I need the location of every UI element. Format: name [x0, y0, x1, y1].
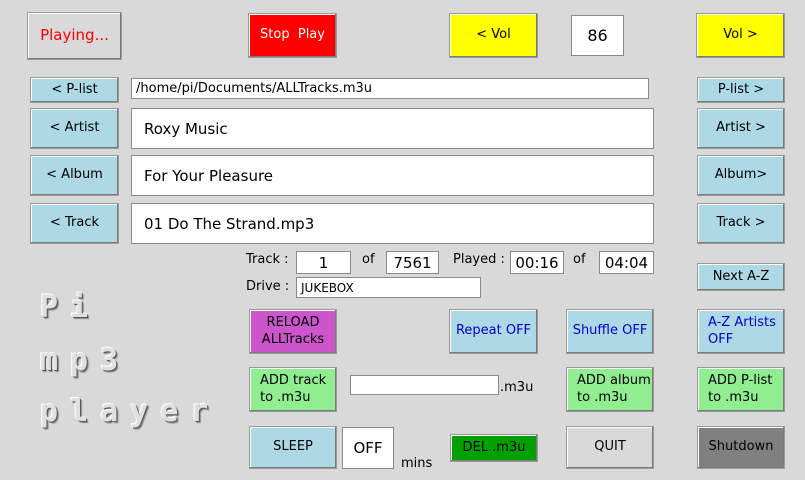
sleep-value-field: OFF [342, 427, 394, 469]
track-field: 01 Do The Strand.mp3 [131, 203, 654, 244]
volume-down-button[interactable]: < Vol [449, 13, 538, 58]
logo-line-2: mp3 [40, 343, 131, 378]
total-time-field: 04:04 [599, 251, 654, 274]
album-prev-button[interactable]: < Album [30, 155, 119, 196]
shuffle-toggle[interactable]: Shuffle OFF [566, 309, 654, 354]
m3u-suffix-label: .m3u [500, 380, 534, 395]
track-next-button[interactable]: Track > [697, 203, 785, 244]
playlist-path-field[interactable]: /home/pi/Documents/ALLTracks.m3u [131, 78, 649, 99]
album-field: For Your Pleasure [131, 155, 654, 196]
of-label: of [362, 252, 375, 267]
add-plist-button[interactable]: ADD P-list to .m3u [697, 367, 785, 412]
album-next-button[interactable]: Album> [697, 155, 785, 196]
played-label: Played : [453, 252, 505, 267]
stop-play-button[interactable]: Stop Play [248, 13, 337, 58]
playlist-next-button[interactable]: P-list > [697, 77, 785, 103]
logo-line-3: player [40, 394, 221, 429]
playlist-prev-button[interactable]: < P-list [30, 77, 119, 103]
repeat-toggle[interactable]: Repeat OFF [449, 309, 538, 354]
quit-button[interactable]: QUIT [566, 426, 654, 469]
m3u-name-input[interactable] [350, 375, 499, 395]
of-label-2: of [573, 252, 586, 267]
artist-prev-button[interactable]: < Artist [30, 108, 119, 149]
add-track-button[interactable]: ADD track to .m3u [249, 367, 337, 412]
drive-field: JUKEBOX [296, 277, 481, 298]
mins-label: mins [401, 456, 433, 471]
logo-line-1: Pi [40, 290, 101, 325]
track-label: Track : [246, 252, 289, 267]
volume-display: 86 [571, 15, 624, 56]
artist-next-button[interactable]: Artist > [697, 108, 785, 149]
reload-alltracks-button[interactable]: RELOAD ALLTracks [249, 309, 337, 354]
track-number-field: 1 [296, 251, 351, 274]
sleep-button[interactable]: SLEEP [249, 426, 337, 469]
played-time-field: 00:16 [510, 251, 564, 274]
volume-up-button[interactable]: Vol > [696, 13, 785, 58]
track-prev-button[interactable]: < Track [30, 203, 119, 244]
shutdown-button[interactable]: Shutdown [697, 426, 785, 469]
artist-field: Roxy Music [131, 108, 654, 149]
drive-label: Drive : [246, 279, 290, 294]
del-m3u-button[interactable]: DEL .m3u [450, 434, 538, 462]
track-total-field: 7561 [386, 251, 439, 274]
add-album-button[interactable]: ADD album to .m3u [566, 367, 654, 412]
playing-status-button[interactable]: Playing... [27, 12, 122, 60]
next-az-button[interactable]: Next A-Z [697, 263, 785, 291]
az-artists-toggle[interactable]: A-Z Artists OFF [697, 309, 785, 354]
